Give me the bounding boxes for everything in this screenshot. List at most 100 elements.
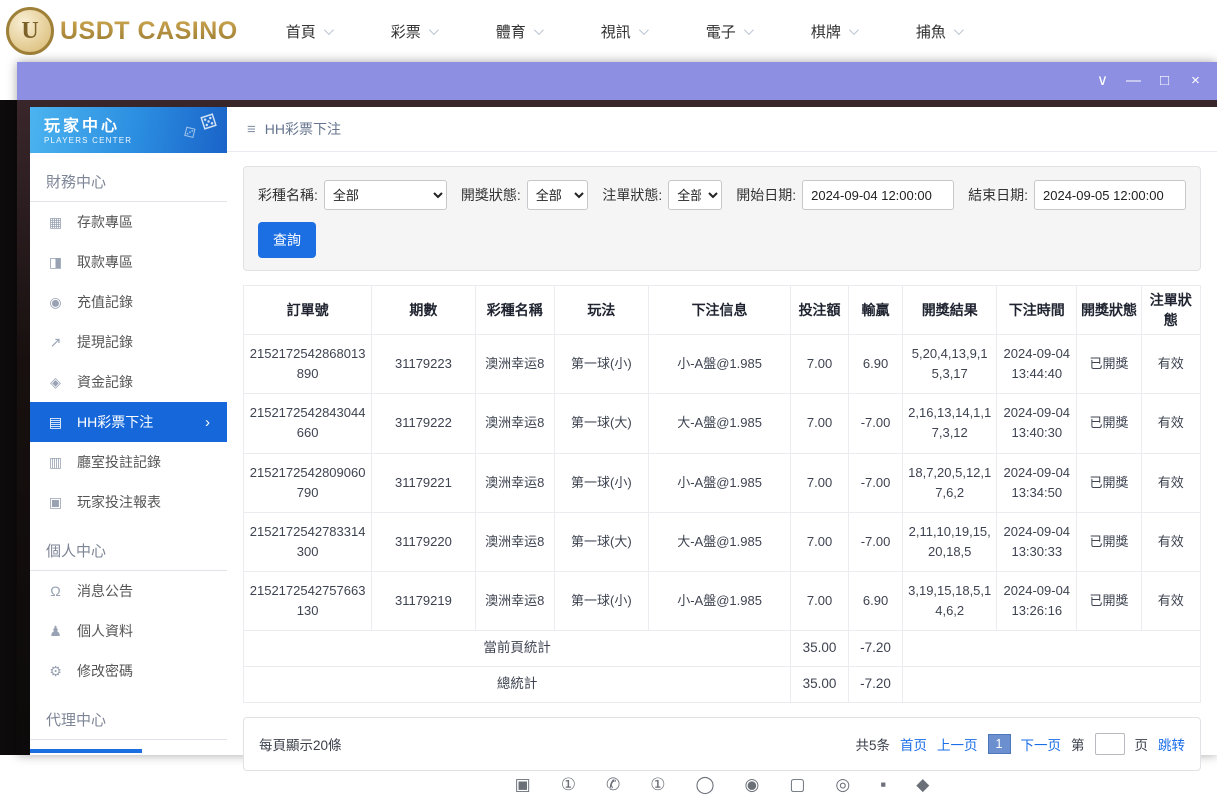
sidebar-item-withdraw[interactable]: ◨取款專區 bbox=[30, 242, 227, 282]
agent-section-highlight bbox=[30, 749, 142, 753]
table-cell: 大-A盤@1.985 bbox=[648, 512, 791, 571]
sidebar-section-title: 財務中心 bbox=[30, 159, 227, 202]
window-minimize-button[interactable]: — bbox=[1118, 62, 1149, 100]
main-nav: 首頁 彩票 體育 視訊 電子 棋牌 捕魚 bbox=[286, 21, 961, 42]
nav-item-label: 視訊 bbox=[601, 21, 631, 42]
sidebar-item-announcement[interactable]: Ω消息公告 bbox=[30, 571, 227, 611]
table-cell: 第一球(小) bbox=[555, 453, 649, 512]
column-header: 注單狀態 bbox=[1141, 286, 1200, 335]
jump-button[interactable]: 跳转 bbox=[1158, 734, 1185, 754]
background-dark-strip bbox=[0, 100, 17, 755]
page-jump-input[interactable] bbox=[1095, 733, 1125, 755]
next-page-link[interactable]: 下一页 bbox=[1021, 734, 1062, 754]
chevron-down-icon bbox=[954, 25, 964, 35]
nav-item-label: 彩票 bbox=[391, 21, 421, 42]
player-report-icon: ▣ bbox=[47, 494, 64, 511]
sidebar-item-recharge-record[interactable]: ◉充值記錄 bbox=[30, 282, 227, 322]
sidebar-item-profile[interactable]: ♟個人資料 bbox=[30, 611, 227, 651]
sidebar-item-withdraw-record[interactable]: ↗提現記錄 bbox=[30, 322, 227, 362]
player-center-window: ∨ — □ × 玩家中心 PLAYERS CENTER ⚄ ⚂ 財務中心▦存款專… bbox=[17, 62, 1217, 755]
footer-icon: ▪ bbox=[880, 775, 886, 795]
footer-icon: ◉ bbox=[744, 775, 759, 795]
sidebar-item-label: 充值記錄 bbox=[77, 292, 133, 312]
footer-icon: ◯ bbox=[695, 775, 714, 795]
filter-panel: 彩種名稱: 全部 開獎狀態: 全部 注單狀態: 全部 開始日期: bbox=[243, 166, 1201, 271]
chevron-down-icon bbox=[849, 25, 859, 35]
page-size-text: 每頁顯示20條 bbox=[259, 734, 342, 754]
lottery-name-select[interactable]: 全部 bbox=[324, 180, 447, 210]
nav-item-label: 捕魚 bbox=[916, 21, 946, 42]
table-cell: 6.90 bbox=[848, 335, 903, 394]
sidebar-item-funds-record[interactable]: ◈資金記錄 bbox=[30, 362, 227, 402]
table-cell: 31179223 bbox=[372, 335, 475, 394]
bets-table-wrap: 訂單號期數彩種名稱玩法下注信息投注額輸贏開獎結果下注時間開獎狀態注單狀態2152… bbox=[243, 285, 1201, 703]
order-status-label: 注單狀態: bbox=[602, 185, 662, 205]
sidebar-item-label: 個人資料 bbox=[77, 621, 133, 641]
table-cell: 7.00 bbox=[791, 335, 848, 394]
prev-page-link[interactable]: 上一页 bbox=[937, 734, 978, 754]
column-header: 彩種名稱 bbox=[475, 286, 554, 335]
table-cell: 小-A盤@1.985 bbox=[648, 572, 791, 631]
summary-win-total: -7.20 bbox=[848, 667, 903, 703]
table-cell: 第一球(小) bbox=[555, 335, 649, 394]
column-header: 期數 bbox=[372, 286, 475, 335]
sidebar-item-room-bet-records[interactable]: ▥ 廳室投註記錄 bbox=[30, 442, 227, 482]
sidebar-item-label: 廳室投註記錄 bbox=[77, 452, 161, 472]
nav-item-0[interactable]: 首頁 bbox=[286, 21, 331, 42]
table-row: 215217254280906079031179221澳洲幸运8第一球(小)小-… bbox=[244, 453, 1201, 512]
draw-status-label: 開獎狀態: bbox=[461, 185, 521, 205]
sidebar-item-player-report[interactable]: ▣ 玩家投注報表 bbox=[30, 482, 227, 522]
end-date-label: 結束日期: bbox=[968, 185, 1028, 205]
start-date-label: 開始日期: bbox=[736, 185, 796, 205]
sidebar-item-label: 玩家投注報表 bbox=[77, 492, 161, 512]
table-cell: 2024-09-04 13:40:30 bbox=[997, 394, 1077, 453]
site-header: U USDT CASINO 首頁 彩票 體育 視訊 電子 棋牌 捕魚 bbox=[0, 0, 1217, 62]
footer-icon: ① bbox=[650, 775, 665, 795]
table-cell: 已開獎 bbox=[1077, 572, 1141, 631]
window-body: 玩家中心 PLAYERS CENTER ⚄ ⚂ 財務中心▦存款專區◨取款專區◉充… bbox=[17, 100, 1217, 755]
sidebar-item-label: 消息公告 bbox=[77, 581, 133, 601]
nav-item-3[interactable]: 視訊 bbox=[601, 21, 646, 42]
window-maximize-button[interactable]: □ bbox=[1149, 62, 1180, 100]
nav-item-5[interactable]: 棋牌 bbox=[811, 21, 856, 42]
table-cell: 18,7,20,5,12,17,6,2 bbox=[903, 453, 997, 512]
sidebar-item-label: 提現記錄 bbox=[77, 332, 133, 352]
start-date-input[interactable] bbox=[802, 180, 954, 210]
table-cell: 澳洲幸运8 bbox=[475, 394, 554, 453]
window-collapse-button[interactable]: ∨ bbox=[1087, 62, 1118, 100]
nav-item-2[interactable]: 體育 bbox=[496, 21, 541, 42]
room-bet-records-icon: ▥ bbox=[47, 454, 64, 471]
chevron-right-icon: › bbox=[205, 414, 210, 431]
pagination-bar: 每頁顯示20條 共5条 首页 上一页 1 下一页 第 页 跳转 bbox=[243, 717, 1201, 771]
table-cell: 澳洲幸运8 bbox=[475, 572, 554, 631]
table-cell: 7.00 bbox=[791, 394, 848, 453]
sidebar-menu: 財務中心▦存款專區◨取款專區◉充值記錄↗提現記錄◈資金記錄▤HH彩票下注›▥廳室… bbox=[30, 153, 227, 745]
draw-status-select[interactable]: 全部 bbox=[527, 180, 589, 210]
first-page-link[interactable]: 首页 bbox=[900, 734, 927, 754]
table-cell: 2152172542809060790 bbox=[244, 453, 372, 512]
window-close-button[interactable]: × bbox=[1180, 62, 1211, 100]
query-button[interactable]: 查詢 bbox=[258, 222, 316, 258]
total-count-text: 共5条 bbox=[856, 734, 891, 754]
nav-item-4[interactable]: 電子 bbox=[706, 21, 751, 42]
table-cell: 第一球(大) bbox=[555, 394, 649, 453]
end-date-input[interactable] bbox=[1034, 180, 1186, 210]
order-status-select[interactable]: 全部 bbox=[668, 180, 722, 210]
sidebar-item-deposit[interactable]: ▦存款專區 bbox=[30, 202, 227, 242]
pager-controls: 共5条 首页 上一页 1 下一页 第 页 跳转 bbox=[856, 733, 1185, 755]
site-logo[interactable]: U USDT CASINO bbox=[6, 7, 238, 55]
current-page-button[interactable]: 1 bbox=[988, 734, 1011, 754]
page-title: HH彩票下注 bbox=[265, 119, 341, 139]
withdraw-icon: ◨ bbox=[47, 254, 64, 271]
table-cell: 3,19,15,18,5,14,6,2 bbox=[903, 572, 997, 631]
nav-item-1[interactable]: 彩票 bbox=[391, 21, 436, 42]
nav-item-6[interactable]: 捕魚 bbox=[916, 21, 961, 42]
chevron-down-icon bbox=[324, 25, 334, 35]
summary-row: 總統計35.00-7.20 bbox=[244, 667, 1201, 703]
table-cell: 有效 bbox=[1141, 512, 1200, 571]
sidebar-item-lottery-bet[interactable]: ▤HH彩票下注› bbox=[30, 402, 227, 442]
footer-icon: ▣ bbox=[515, 775, 531, 795]
menu-burger-icon[interactable]: ≡ bbox=[247, 121, 256, 138]
sidebar-item-password[interactable]: ⚙修改密碼 bbox=[30, 651, 227, 691]
sidebar-item-label: HH彩票下注 bbox=[77, 412, 153, 432]
